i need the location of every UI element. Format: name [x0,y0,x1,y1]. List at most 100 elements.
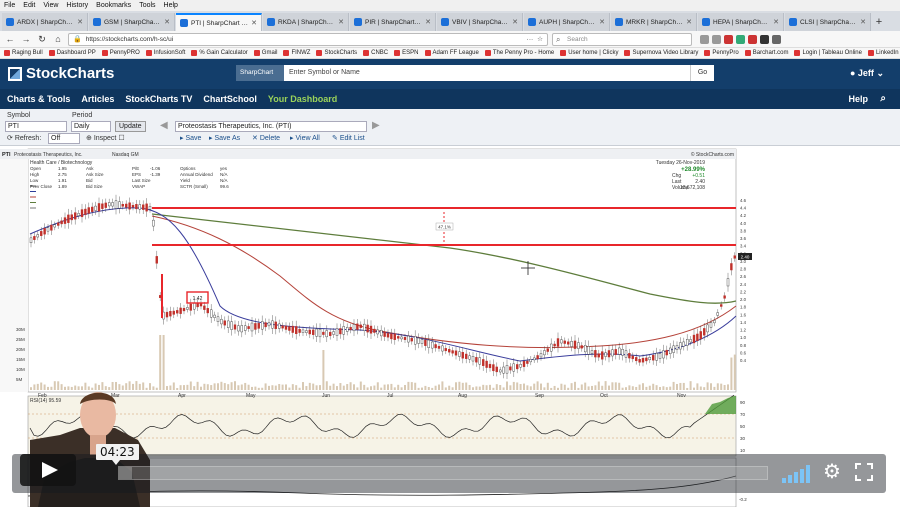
new-tab-plus-icon[interactable]: + [872,13,886,31]
inspect-toggle[interactable]: ⊕ Inspect ☐ [86,134,125,142]
bookmark-item[interactable]: The Penny Pro - Home [484,48,554,58]
close-icon[interactable]: ✕ [77,18,83,26]
nav-chartschool[interactable]: ChartSchool [203,94,257,104]
security-select[interactable]: Proteostasis Therapeutics, Inc. (PTI) [175,121,367,132]
sidebar-icon[interactable] [712,34,721,44]
home-icon[interactable]: ⌂ [52,33,64,45]
settings-gear-icon[interactable]: ⚙ [823,460,841,484]
menu-history[interactable]: History [66,0,88,11]
chart-type-select[interactable]: SharpChart [236,65,284,81]
volume-icon[interactable] [782,465,812,483]
bookmark-item[interactable]: Barchart.com [744,48,788,58]
next-arrow-icon[interactable]: ▶ [372,120,380,131]
more-icon[interactable]: ··· [527,36,534,43]
browser-tab[interactable]: MRKR | SharpChart | Stoc✕ [611,13,697,31]
browser-search-input[interactable]: Search [552,32,692,46]
menu-view[interactable]: View [43,0,58,11]
fullscreen-icon[interactable] [855,463,873,481]
update-button[interactable]: Update [115,121,146,132]
search-icon[interactable]: ⌕ [880,93,886,104]
bookmark-item[interactable]: InfusionSoft [145,48,185,58]
menu-tools[interactable]: Tools [139,0,155,11]
close-icon[interactable]: ✕ [425,18,431,26]
nav-your-dashboard[interactable]: Your Dashboard [268,94,337,104]
nav-charts-tools[interactable]: Charts & Tools [7,94,70,104]
close-icon[interactable]: ✕ [512,18,518,26]
browser-tab[interactable]: PIR | SharpChart | Stock✕ [350,13,436,31]
extension-icon[interactable] [724,34,733,44]
volume-bar [448,385,451,390]
close-icon[interactable]: ✕ [773,18,779,26]
go-button[interactable]: Go [690,65,714,81]
bookmark-item[interactable]: PennyPro [704,48,739,58]
candle-body [356,323,359,330]
bookmark-item[interactable]: ESPN [394,48,419,58]
forward-arrow-icon[interactable]: → [20,33,32,45]
reload-icon[interactable]: ↻ [36,33,48,45]
view-all-link[interactable]: ▸ View All [290,134,320,142]
browser-tab[interactable]: PTI | SharpChart | Stoc✕ [176,13,262,31]
volume-axis-tick: 30M [16,327,25,332]
back-arrow-icon[interactable]: ← [4,33,16,45]
nav-articles[interactable]: Articles [81,94,114,104]
browser-tab[interactable]: GSM | SharpChart | Stoc✕ [89,13,175,31]
close-icon[interactable]: ✕ [860,18,866,26]
edit-list-link[interactable]: ✎ Edit List [332,134,365,142]
menu-bookmarks[interactable]: Bookmarks [96,0,131,11]
bookmark-item[interactable]: StockCharts [316,48,357,58]
bookmark-item[interactable]: Dashboard PP [48,48,96,58]
menu-icon[interactable] [772,34,781,44]
prev-arrow-icon[interactable]: ◀ [160,120,168,131]
volume-bar [733,354,736,390]
bookmark-item[interactable]: Supernova Video Library [624,48,698,58]
symbol-search-input[interactable]: Enter Symbol or Name [284,65,690,81]
nav-help[interactable]: Help [848,94,868,104]
extension-icon[interactable] [748,34,757,44]
close-icon[interactable]: ✕ [164,18,170,26]
close-icon[interactable]: ✕ [338,18,344,26]
close-icon[interactable]: ✕ [686,18,692,26]
candle-body [543,350,546,356]
bookmark-item[interactable]: % Gain Calculator [191,48,248,58]
user-menu[interactable]: ● Jeff ⌄ [850,68,884,79]
nav-stockcharts-tv[interactable]: StockCharts TV [125,94,192,104]
library-icon[interactable] [700,34,709,44]
bookmark-item[interactable]: Raging Bull [4,48,43,58]
bookmark-item[interactable]: User home | Clicky [560,48,618,58]
bookmark-star-icon[interactable]: ☆ [537,35,543,43]
stockcharts-logo[interactable]: StockCharts [8,65,114,82]
browser-tab[interactable]: HEPA | SharpChart | Stoc✕ [698,13,784,31]
menu-file[interactable]: File [4,0,15,11]
bookmark-item[interactable]: PennyPRO [101,48,140,58]
url-bar[interactable]: 🔒 https://stockcharts.com/h-sc/ui ··· ☆ [68,32,548,46]
toolbar-extensions [700,34,781,44]
candle-body [427,339,430,348]
bookmark-item[interactable]: Login | Tableau Online [794,48,862,58]
bookmark-item[interactable]: LinkedIn [867,48,899,58]
period-select[interactable]: Daily [71,121,111,132]
refresh-select[interactable]: Off [48,133,80,144]
symbol-input[interactable]: PTI [5,121,67,132]
bookmark-item[interactable]: Gmail [253,48,277,58]
close-icon[interactable]: ✕ [251,19,257,27]
close-icon[interactable]: ✕ [599,18,605,26]
bookmark-item[interactable]: Adam FF League [424,48,479,58]
menu-edit[interactable]: Edit [23,0,35,11]
bookmark-item[interactable]: FINWZ [283,48,310,58]
price-axis-tick: 4.0 [740,221,747,226]
play-button[interactable] [20,454,76,486]
extension-icon[interactable] [760,34,769,44]
browser-tab[interactable]: ARDX | SharpChart | Stoc✕ [2,13,88,31]
menu-help[interactable]: Help [164,0,178,11]
extension-icon[interactable] [736,34,745,44]
browser-tab[interactable]: RKDA | SharpChart | Stoc✕ [263,13,349,31]
browser-tab[interactable]: VBIV | SharpChart | Stoc✕ [437,13,523,31]
save-as-link[interactable]: ▸ Save As [209,134,240,142]
video-progress-bar[interactable] [118,466,768,480]
candle-body [325,330,328,338]
browser-tab[interactable]: AUPH | SharpChart | Stoc✕ [524,13,610,31]
browser-tab[interactable]: CLSI | SharpChart | Stoc✕ [785,13,871,31]
save-link[interactable]: ▸ Save [180,134,201,142]
delete-link[interactable]: ✕ Delete [252,134,280,142]
bookmark-item[interactable]: CNBC [363,48,388,58]
